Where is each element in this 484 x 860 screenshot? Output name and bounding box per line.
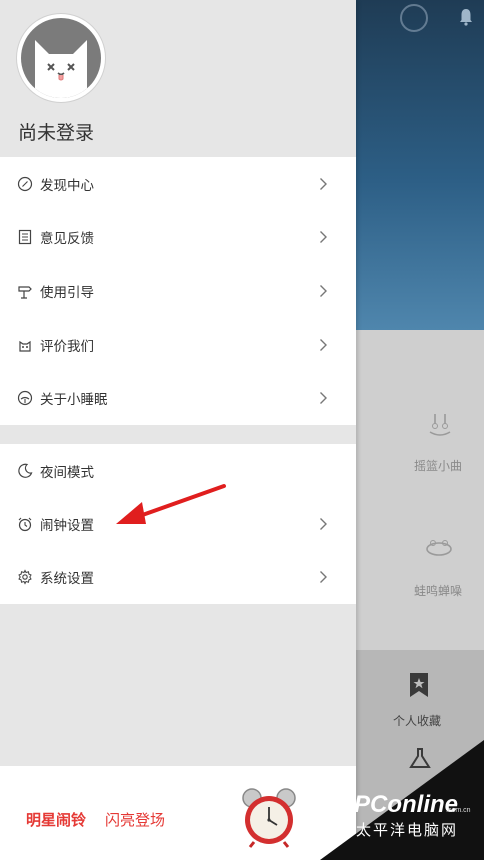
bell-icon[interactable] — [459, 8, 473, 26]
cradle-song-label[interactable]: 摇篮小曲 — [414, 457, 462, 474]
menu-item-label: 闹钟设置 — [40, 517, 94, 534]
chevron-right-icon — [320, 231, 327, 244]
rate-icon — [19, 340, 31, 352]
alarm-clock-icon — [18, 517, 32, 532]
guide-icon — [18, 286, 32, 299]
chevron-right-icon — [320, 392, 327, 405]
bookmark-star-icon — [410, 673, 428, 697]
menu-item-label: 评价我们 — [40, 338, 94, 355]
background-header — [356, 0, 484, 330]
background-avatar-icon[interactable] — [400, 4, 428, 32]
menu-item-label: 使用引导 — [40, 284, 94, 301]
pconline-watermark: PConline .com.cn 太平洋电脑网 — [320, 740, 484, 860]
annotation-arrow — [116, 484, 226, 524]
compass-icon — [17, 176, 33, 191]
frog-icon — [426, 540, 452, 556]
favorites-label[interactable]: 个人收藏 — [393, 712, 441, 729]
svg-text:.com.cn: .com.cn — [446, 807, 471, 814]
menu-group-primary: 发现中心 意见反馈 使用引导 评价我们 关于小睡眠 — [0, 157, 356, 425]
chevron-right-icon — [320, 177, 327, 190]
menu-item-system-settings[interactable]: 系统设置 — [0, 551, 356, 604]
frog-cicada-label[interactable]: 蛙鸣蝉噪 — [414, 582, 462, 599]
svg-text:太平洋电脑网: 太平洋电脑网 — [356, 821, 458, 839]
alarm-clock-illustration[interactable] — [240, 786, 298, 848]
menu-item-guide[interactable]: 使用引导 — [0, 264, 356, 318]
side-drawer: 尚未登录 发现中心 意见反馈 使用引导 评价我们 关于小睡眠 夜间模式 闹钟设置… — [0, 0, 356, 860]
menu-item-label: 夜间模式 — [40, 464, 94, 481]
info-icon — [17, 391, 33, 406]
username-label[interactable]: 尚未登录 — [18, 118, 94, 145]
chevron-right-icon — [320, 284, 327, 297]
cat-face-icon — [35, 40, 87, 98]
menu-item-label: 系统设置 — [40, 571, 94, 588]
menu-item-label: 发现中心 — [40, 177, 94, 194]
background-app: 摇篮小曲 蛙鸣蝉噪 个人收藏 — [356, 0, 484, 860]
moon-icon — [18, 463, 33, 478]
chevron-right-icon — [320, 517, 327, 530]
menu-item-label: 意见反馈 — [40, 231, 94, 248]
gear-icon — [18, 569, 32, 585]
cradle-icon — [429, 414, 451, 436]
chevron-right-icon — [320, 571, 327, 584]
svg-text:PConline: PConline — [354, 791, 458, 818]
menu-item-rate[interactable]: 评价我们 — [0, 318, 356, 372]
promo-subtitle[interactable]: 闪亮登场 — [105, 809, 165, 830]
menu-item-discover[interactable]: 发现中心 — [0, 157, 356, 211]
promo-title[interactable]: 明星闹铃 — [26, 809, 86, 830]
background-list — [356, 330, 484, 650]
chevron-right-icon — [320, 338, 327, 351]
menu-item-about[interactable]: 关于小睡眠 — [0, 371, 356, 425]
document-icon — [18, 230, 32, 245]
menu-item-label: 关于小睡眠 — [40, 392, 108, 409]
avatar[interactable] — [17, 14, 105, 102]
menu-item-feedback[interactable]: 意见反馈 — [0, 211, 356, 265]
